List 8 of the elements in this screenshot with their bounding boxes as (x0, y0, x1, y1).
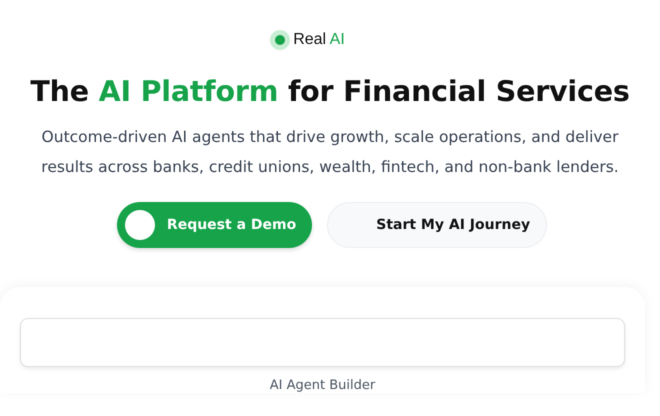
status-dot-icon (275, 35, 286, 45)
subtitle: Outcome-driven AI agents that drive growth, scale operations, and deliver results across banks, credit unions, wealth, fintech, and non-bank lenders. (40, 127, 620, 178)
headline: The AI Platform for Financial Services (30, 75, 630, 108)
builder-caption: AI Agent Builder (268, 378, 376, 393)
input-field[interactable] (20, 318, 625, 367)
badge-label: Real AI (293, 31, 345, 49)
circle-icon (124, 210, 155, 240)
start-journey-button[interactable]: Start My AI Journey (327, 202, 548, 248)
